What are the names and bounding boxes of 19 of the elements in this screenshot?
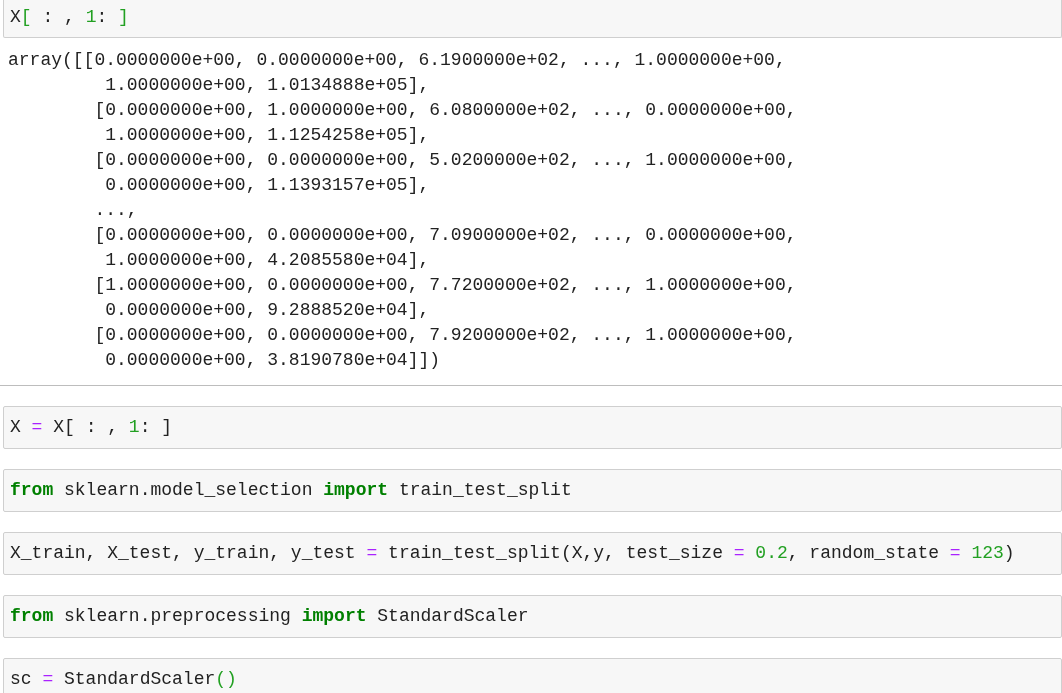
code-cell[interactable]: X_train, X_test, y_train, y_test = train_test_split(X,y, test_size = 0.2, random_state = 123) — [3, 532, 1062, 575]
output-line: 1.0000000e+00, 1.1254258e+05], — [104, 124, 430, 147]
code-cell[interactable]: X = X[ : , 1: ] — [3, 406, 1062, 449]
code-cell[interactable]: sc = StandardScaler() — [3, 658, 1062, 693]
output-line: [0.0000000e+00, 1.0000000e+00, 6.0800000e+02, ..., 0.0000000e+00, — [93, 99, 797, 122]
output-line: 0.0000000e+00, 3.8190780e+04]]) — [104, 349, 441, 372]
code-cell[interactable]: from sklearn.model_selection import train_test_split — [3, 469, 1062, 512]
output-line: 0.0000000e+00, 1.1393157e+05], — [104, 174, 430, 197]
code-cell[interactable]: X[ : , 1: ] — [3, 0, 1062, 38]
output-line: array([[0.0000000e+00, 0.0000000e+00, 6.1900000e+02, ..., 1.0000000e+00, — [8, 49, 786, 72]
output-line: [0.0000000e+00, 0.0000000e+00, 7.9200000e+02, ..., 1.0000000e+00, — [93, 324, 797, 347]
output-line: ..., — [93, 199, 138, 222]
output-line: 1.0000000e+00, 4.2085580e+04], — [104, 249, 430, 272]
output-line: 1.0000000e+00, 1.0134888e+05], — [104, 74, 430, 97]
output-line: 0.0000000e+00, 9.2888520e+04], — [104, 299, 430, 322]
code-cell[interactable]: from sklearn.preprocessing import StandardScaler — [3, 595, 1062, 638]
output-line: [0.0000000e+00, 0.0000000e+00, 5.0200000e+02, ..., 1.0000000e+00, — [93, 149, 797, 172]
output-line: [1.0000000e+00, 0.0000000e+00, 7.7200000e+02, ..., 1.0000000e+00, — [93, 274, 797, 297]
output-line: [0.0000000e+00, 0.0000000e+00, 7.0900000e+02, ..., 0.0000000e+00, — [93, 224, 797, 247]
